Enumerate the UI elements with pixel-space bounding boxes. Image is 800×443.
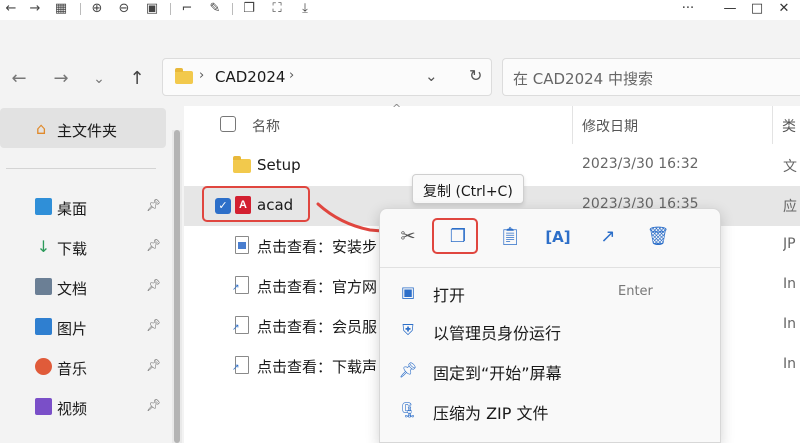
highlight-box-copy [432, 218, 478, 254]
cut-icon[interactable]: ✂ [394, 223, 422, 251]
menu-item-label: 打开 [433, 286, 466, 305]
menu-item-label: 固定到“开始”屏幕 [433, 364, 562, 383]
share-icon[interactable]: ↗ [594, 223, 622, 251]
menu-divider [380, 267, 720, 268]
menu-item-compress-zip[interactable]: 🗜︎ 压缩为 ZIP 文件 [388, 391, 714, 429]
menu-item-label: 压缩为 ZIP 文件 [433, 404, 549, 423]
open-icon: ▣ [400, 283, 416, 301]
rename-icon[interactable]: [A] [544, 223, 572, 251]
pin-icon: 📌︎ [398, 361, 418, 379]
menu-item-label: 以管理员身份运行 [433, 324, 562, 343]
tooltip-text: 复制 (Ctrl+C) [423, 184, 513, 200]
zip-icon: 🗜︎ [398, 401, 418, 419]
menu-item-shortcut: Enter [618, 284, 653, 299]
menu-item-pin-to-start[interactable]: 📌︎ 固定到“开始”屏幕 [388, 351, 714, 389]
context-menu: ✂ ❐ 📋︎ [A] ↗ 🗑︎ ▣ 打开 Enter ⛨ 以管理员身份运行 📌︎… [379, 208, 721, 443]
paste-icon[interactable]: 📋︎ [496, 223, 524, 251]
menu-item-run-as-admin[interactable]: ⛨ 以管理员身份运行 [388, 311, 714, 349]
copy-tooltip: 复制 (Ctrl+C) [412, 174, 524, 204]
shield-icon: ⛨ [402, 321, 414, 339]
delete-icon[interactable]: 🗑︎ [644, 223, 672, 251]
menu-item-open[interactable]: ▣ 打开 Enter [388, 273, 714, 311]
